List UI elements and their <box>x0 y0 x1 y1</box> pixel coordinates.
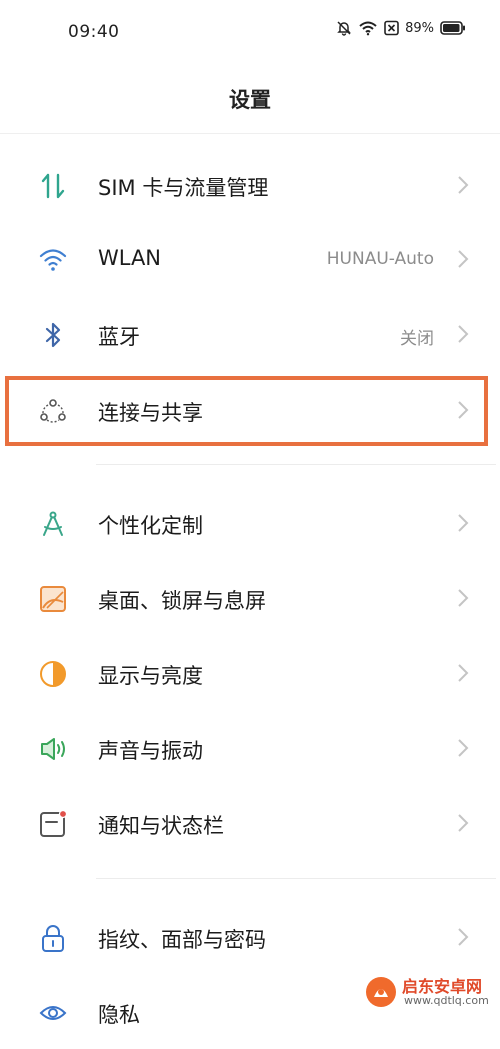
wallpaper-icon <box>40 586 66 612</box>
settings-item-label: 蓝牙 <box>98 325 140 349</box>
settings-item-label: 显示与亮度 <box>98 664 203 688</box>
brightness-icon <box>40 661 66 687</box>
chevron-right-icon <box>458 928 469 946</box>
no-sim-icon <box>384 20 399 36</box>
wlan-network-name: HUNAU-Auto <box>326 249 434 269</box>
eye-icon <box>39 1006 67 1020</box>
chevron-right-icon <box>458 325 469 343</box>
settings-item-bluetooth[interactable]: 蓝牙 关闭 <box>0 297 500 371</box>
highlight-box <box>5 376 488 446</box>
chevron-right-icon <box>458 589 469 607</box>
sim-data-icon <box>41 173 65 199</box>
status-bar: 09:40 89% <box>0 0 500 66</box>
settings-item-label: WLAN <box>98 246 162 270</box>
watermark-url: www.qdtlq.com <box>404 994 489 1007</box>
chevron-right-icon <box>458 814 469 832</box>
settings-item-label: 指纹、面部与密码 <box>98 928 266 952</box>
section-divider <box>96 878 496 879</box>
lock-icon <box>42 925 64 952</box>
settings-item-personalization[interactable]: 个性化定制 <box>0 486 500 560</box>
speaker-icon <box>41 738 65 760</box>
chevron-right-icon <box>458 514 469 532</box>
status-time: 09:40 <box>68 22 120 42</box>
watermark: 启东安卓网 www.qdtlq.com <box>364 971 494 1013</box>
settings-item-label: 通知与状态栏 <box>98 814 224 838</box>
wifi-status-icon <box>359 21 377 36</box>
settings-item-notifications[interactable]: 通知与状态栏 <box>0 786 500 860</box>
chevron-right-icon <box>458 250 469 268</box>
chevron-right-icon <box>458 664 469 682</box>
settings-item-sim[interactable]: SIM 卡与流量管理 <box>0 148 500 222</box>
settings-item-wlan[interactable]: WLAN HUNAU-Auto <box>0 222 500 296</box>
settings-item-label: 桌面、锁屏与息屏 <box>98 589 266 613</box>
settings-item-sound[interactable]: 声音与振动 <box>0 711 500 785</box>
notification-icon <box>40 809 68 837</box>
bluetooth-icon <box>45 322 61 348</box>
wifi-icon <box>39 249 67 271</box>
watermark-logo-icon <box>366 977 396 1007</box>
battery-percent: 89% <box>405 20 434 36</box>
section-divider <box>96 464 496 465</box>
settings-item-fingerprint-password[interactable]: 指纹、面部与密码 <box>0 900 500 974</box>
settings-item-desktop-lockscreen[interactable]: 桌面、锁屏与息屏 <box>0 561 500 635</box>
status-icons: 89% <box>336 20 466 36</box>
settings-item-label: SIM 卡与流量管理 <box>98 176 269 200</box>
chevron-right-icon <box>458 176 469 194</box>
bluetooth-status: 关闭 <box>400 329 434 349</box>
settings-item-display[interactable]: 显示与亮度 <box>0 636 500 710</box>
compass-icon <box>43 511 63 536</box>
battery-icon <box>440 21 465 35</box>
mute-bell-icon <box>337 21 351 36</box>
settings-item-label: 个性化定制 <box>98 514 203 538</box>
chevron-right-icon <box>458 739 469 757</box>
page-title: 设置 <box>229 88 271 112</box>
header-divider <box>0 133 500 134</box>
settings-item-label: 声音与振动 <box>98 739 203 763</box>
settings-item-label: 隐私 <box>98 1003 140 1027</box>
